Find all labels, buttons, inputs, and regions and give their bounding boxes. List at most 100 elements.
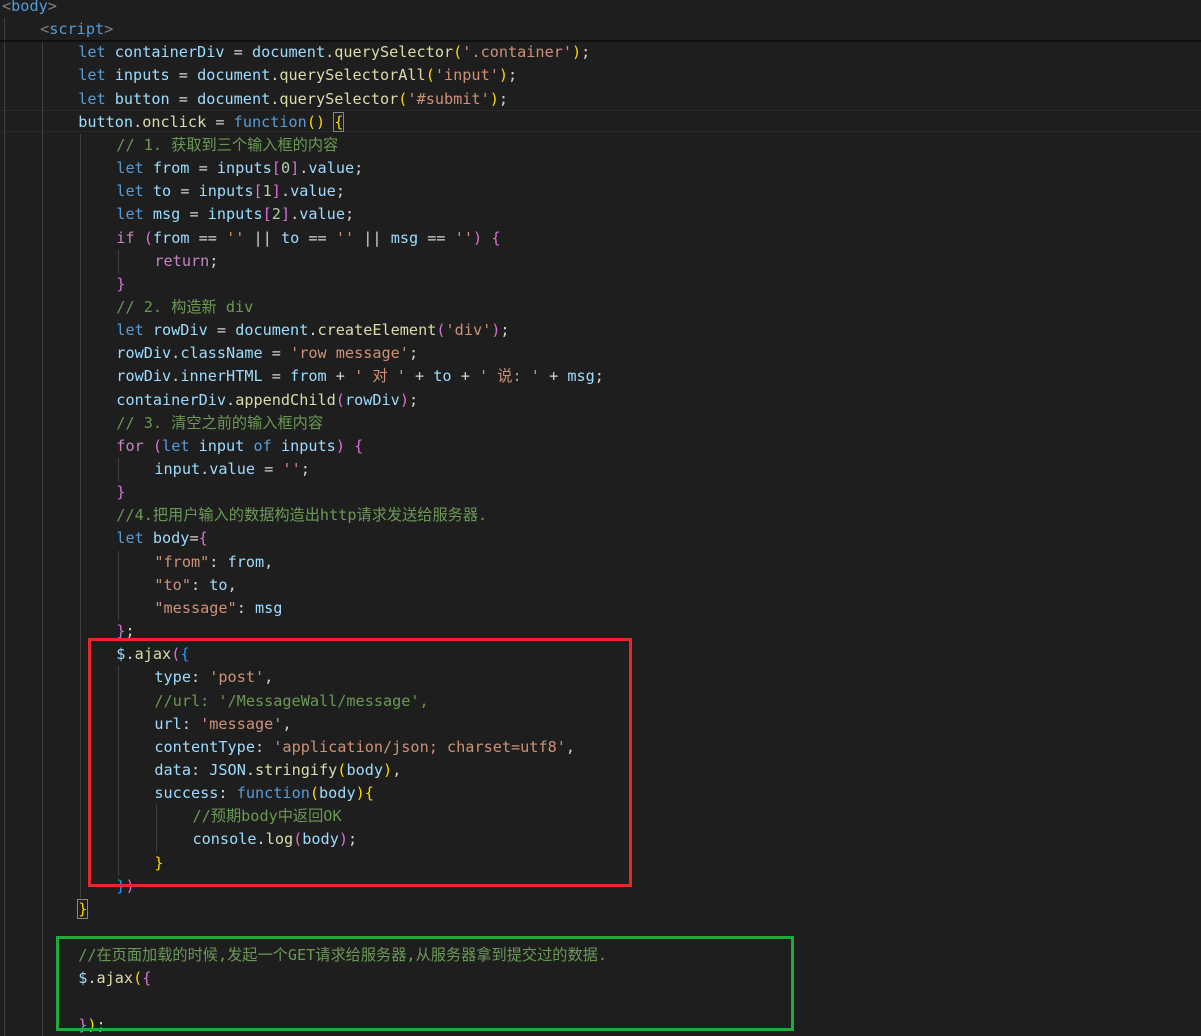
code-token: button: [105, 89, 179, 108]
code-token: containerDiv: [105, 43, 234, 62]
code-editor[interactable]: <body> <script> let containerDiv = documen…: [0, 0, 1201, 1036]
code-line[interactable]: let rowDiv = document.createElement('div…: [116, 319, 509, 342]
code-token: let: [116, 205, 144, 224]
code-token: msg: [143, 205, 190, 224]
code-token: let: [116, 529, 144, 548]
code-token: let: [116, 182, 144, 201]
code-token: return: [154, 251, 210, 270]
code-token: to: [280, 228, 300, 247]
code-token: inputs: [207, 205, 263, 224]
code-line[interactable]: let containerDiv = document.querySelecto…: [78, 41, 590, 64]
code-token: document: [251, 43, 326, 62]
code-token: [: [271, 159, 281, 178]
code-token: from: [290, 367, 327, 386]
code-token: ): [335, 436, 345, 455]
code-token: ;: [500, 321, 510, 340]
code-token: .: [280, 182, 291, 201]
code-token: // 2. 构造新 div: [116, 297, 254, 316]
code-token: ): [473, 228, 483, 247]
code-token: let: [116, 159, 144, 178]
code-token: ' 说: ': [479, 367, 540, 386]
code-line[interactable]: }: [77, 898, 89, 921]
code-line[interactable]: // 1. 获取到三个输入框的内容: [116, 134, 338, 157]
code-line[interactable]: if (from == '' || to == '' || msg == '')…: [116, 227, 500, 250]
code-token: script: [49, 20, 105, 39]
code-token: .: [133, 112, 143, 131]
code-token: '': [282, 460, 301, 478]
code-line[interactable]: }: [116, 481, 125, 504]
code-token: ;: [498, 89, 509, 108]
code-token: appendChild: [235, 390, 336, 409]
code-token: (: [436, 321, 446, 340]
code-token: }: [116, 274, 126, 293]
code-line[interactable]: let inputs = document.querySelectorAll('…: [78, 64, 517, 87]
code-token: querySelectorAll: [279, 66, 426, 85]
code-token: (: [425, 66, 435, 85]
code-token: =: [216, 321, 236, 340]
code-token: .: [171, 344, 181, 363]
code-token: let: [78, 66, 106, 85]
code-line[interactable]: rowDiv.className = 'row message';: [116, 342, 418, 365]
code-token: ,: [227, 575, 237, 594]
code-line[interactable]: let from = inputs[0].value;: [116, 157, 363, 180]
code-token: (): [306, 112, 335, 131]
code-line[interactable]: let to = inputs[1].value;: [116, 180, 345, 203]
code-token: from: [143, 159, 199, 178]
code-token: '': [454, 228, 473, 247]
code-token: from: [152, 228, 190, 247]
code-line[interactable]: }: [116, 273, 125, 296]
code-line[interactable]: let body={: [116, 527, 207, 550]
code-token: =: [233, 43, 252, 62]
code-line[interactable]: // 2. 构造新 div: [116, 296, 253, 319]
code-token: =: [189, 205, 208, 224]
code-token: let: [78, 43, 106, 62]
code-line[interactable]: // 3. 清空之前的输入框内容: [116, 412, 323, 435]
code-token: '': [226, 228, 245, 247]
code-token: +: [326, 367, 355, 386]
code-line[interactable]: "message": msg: [154, 597, 282, 620]
code-token: input: [154, 460, 201, 478]
code-token: <: [40, 20, 50, 39]
code-token: .: [171, 367, 181, 386]
code-token: =: [262, 344, 291, 363]
code-token: =: [180, 182, 199, 201]
code-token: containerDiv: [116, 390, 227, 409]
code-token: 0: [280, 159, 291, 178]
code-token: if: [116, 228, 135, 247]
code-line[interactable]: let button = document.querySelector('#su…: [78, 88, 508, 111]
code-token: [: [262, 205, 272, 224]
code-line[interactable]: let msg = inputs[2].value;: [116, 203, 354, 226]
code-token: ): [489, 89, 499, 108]
code-token: ;: [344, 205, 355, 224]
code-token: 'input': [434, 66, 499, 85]
indent-guide: [80, 133, 82, 898]
code-token: "from": [154, 552, 210, 571]
code-line[interactable]: containerDiv.appendChild(rowDiv);: [116, 389, 418, 412]
code-line[interactable]: input.value = '';: [154, 458, 309, 481]
code-token: ;: [335, 182, 345, 201]
code-line[interactable]: <body>: [2, 0, 57, 18]
code-line[interactable]: //4.把用户输入的数据构造出http请求发送给服务器.: [116, 504, 487, 527]
code-token: =: [178, 66, 198, 85]
code-token: .: [200, 460, 210, 478]
code-token: rowDiv: [116, 367, 172, 386]
code-token: =: [254, 460, 283, 478]
code-token: value: [308, 159, 355, 178]
code-line[interactable]: <script>: [40, 18, 113, 41]
code-token: to: [143, 182, 181, 201]
code-token: from: [227, 552, 265, 571]
indent-guide: [42, 41, 44, 1036]
code-token: =: [198, 159, 217, 178]
code-token: .: [290, 205, 300, 224]
code-token: // 3. 清空之前的输入框内容: [116, 413, 324, 432]
code-line[interactable]: "to": to,: [154, 574, 236, 597]
code-line[interactable]: return;: [154, 250, 218, 273]
code-line[interactable]: for (let input of inputs) {: [116, 435, 363, 458]
code-token: (: [143, 228, 153, 247]
code-line[interactable]: button.onclick = function() {: [78, 111, 345, 134]
code-line[interactable]: rowDiv.innerHTML = from + ' 对 ' + to + '…: [116, 365, 604, 388]
code-token: innerHTML: [180, 367, 263, 386]
code-line[interactable]: "from": from,: [154, 551, 273, 574]
code-token: "to": [154, 575, 191, 594]
code-token: ||: [354, 228, 391, 247]
